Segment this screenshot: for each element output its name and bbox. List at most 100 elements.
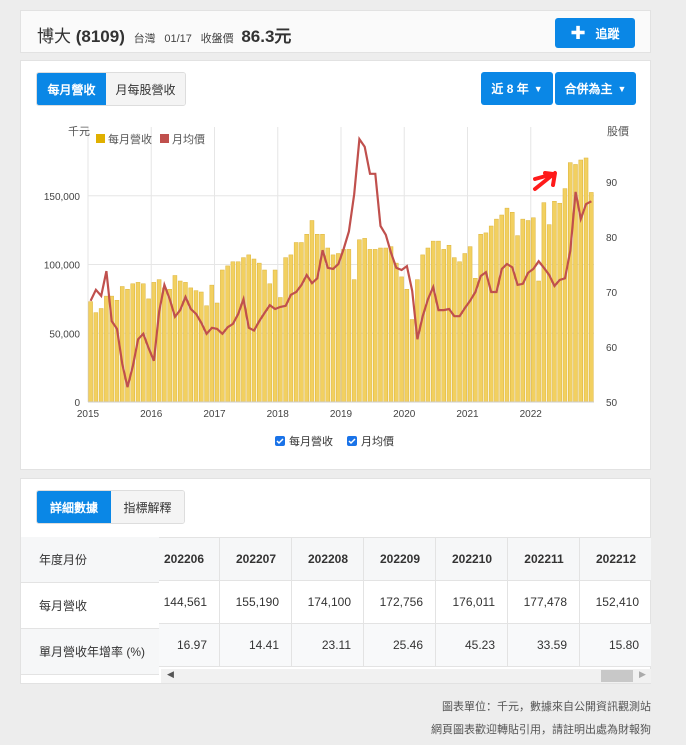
revenue-bar[interactable]	[93, 312, 99, 403]
revenue-bar[interactable]	[299, 242, 304, 403]
tab-indicator-explanation[interactable]: 指標解釋	[111, 491, 184, 523]
legend-toggle-price[interactable]: 月均價	[347, 434, 394, 448]
revenue-bar[interactable]	[510, 212, 515, 403]
revenue-bar[interactable]	[409, 319, 415, 403]
revenue-bar[interactable]	[499, 214, 504, 403]
revenue-bar[interactable]	[141, 283, 146, 403]
revenue-bar[interactable]	[98, 308, 104, 403]
revenue-bar[interactable]	[515, 235, 520, 403]
scroll-left-icon[interactable]: ◀	[167, 669, 174, 680]
revenue-bar[interactable]	[104, 295, 109, 403]
revenue-bar[interactable]	[241, 257, 246, 403]
revenue-bar[interactable]	[562, 188, 568, 403]
revenue-bar[interactable]	[436, 240, 441, 403]
revenue-bar[interactable]	[325, 247, 331, 403]
scrollbar-thumb[interactable]	[601, 670, 633, 682]
revenue-bar[interactable]	[504, 207, 510, 403]
revenue-bar[interactable]	[199, 291, 204, 403]
revenue-bar[interactable]	[204, 305, 209, 403]
revenue-bar[interactable]	[589, 192, 594, 403]
horizontal-scrollbar[interactable]: ◀ ▶	[161, 669, 651, 683]
revenue-bar[interactable]	[457, 261, 462, 403]
revenue-bar[interactable]	[536, 280, 541, 403]
revenue-bar[interactable]	[257, 262, 262, 403]
revenue-bar[interactable]	[162, 287, 167, 403]
revenue-bar[interactable]	[404, 289, 410, 403]
revenue-bar[interactable]	[399, 276, 404, 403]
revenue-bar[interactable]	[578, 159, 584, 403]
revenue-bar[interactable]	[278, 297, 283, 403]
revenue-bar[interactable]	[420, 254, 425, 403]
revenue-bar[interactable]	[341, 249, 346, 403]
revenue-bar[interactable]	[336, 253, 341, 403]
revenue-bar[interactable]	[362, 238, 367, 403]
revenue-bar[interactable]	[156, 279, 162, 403]
revenue-bar[interactable]	[330, 254, 336, 403]
revenue-bar[interactable]	[552, 201, 557, 403]
revenue-bar[interactable]	[288, 254, 294, 403]
revenue-bar[interactable]	[293, 242, 299, 403]
revenue-bar[interactable]	[367, 249, 373, 403]
revenue-bar[interactable]	[119, 286, 125, 403]
revenue-bar[interactable]	[309, 220, 315, 403]
revenue-bar[interactable]	[220, 269, 225, 403]
revenue-bar[interactable]	[262, 269, 267, 403]
revenue-bar[interactable]	[177, 280, 183, 403]
revenue-bar[interactable]	[541, 202, 547, 403]
revenue-bar[interactable]	[446, 245, 452, 403]
tab-monthly-revenue[interactable]: 每月營收	[37, 73, 106, 105]
revenue-bar[interactable]	[346, 249, 352, 403]
revenue-bar[interactable]	[225, 265, 230, 403]
revenue-bar[interactable]	[357, 239, 362, 403]
revenue-bar[interactable]	[567, 162, 573, 403]
revenue-bar[interactable]	[235, 261, 241, 403]
revenue-bar[interactable]	[214, 302, 220, 403]
revenue-bar[interactable]	[488, 225, 494, 403]
revenue-bar[interactable]	[351, 279, 357, 403]
legend-toggle-revenue[interactable]: 每月營收	[275, 434, 333, 448]
revenue-bar[interactable]	[531, 217, 536, 403]
revenue-bar[interactable]	[304, 234, 309, 403]
revenue-bar[interactable]	[494, 218, 499, 403]
tab-monthly-eps-revenue[interactable]: 月每股營收	[106, 73, 185, 105]
legend-price[interactable]: 月均價	[172, 132, 205, 146]
revenue-bar[interactable]	[378, 247, 383, 403]
revenue-bar[interactable]	[415, 279, 420, 403]
revenue-bar[interactable]	[383, 247, 388, 403]
revenue-bar[interactable]	[394, 262, 399, 403]
range-dropdown[interactable]: 近 8 年 ▼	[481, 72, 553, 105]
revenue-bar[interactable]	[130, 283, 135, 403]
revenue-bar[interactable]	[193, 290, 199, 403]
revenue-bar[interactable]	[230, 261, 236, 403]
revenue-bar[interactable]	[483, 232, 489, 403]
revenue-bar[interactable]	[425, 247, 431, 403]
revenue-bar[interactable]	[478, 234, 483, 403]
revenue-bar[interactable]	[267, 283, 273, 403]
basis-dropdown[interactable]: 合併為主 ▼	[555, 72, 636, 105]
revenue-bar[interactable]	[88, 301, 93, 403]
table-scroll-area[interactable]: 202206 202207 202208 202209 202210 202211 2022…	[159, 537, 651, 669]
revenue-bar[interactable]	[557, 202, 562, 403]
revenue-bar[interactable]	[583, 157, 589, 403]
revenue-bar[interactable]	[172, 275, 178, 403]
revenue-bar[interactable]	[441, 249, 446, 403]
revenue-bar[interactable]	[372, 249, 378, 403]
revenue-bar[interactable]	[473, 278, 478, 403]
revenue-bar[interactable]	[114, 300, 120, 403]
revenue-bar[interactable]	[462, 253, 468, 403]
revenue-bar[interactable]	[467, 246, 473, 403]
legend-revenue[interactable]: 每月營收	[108, 132, 152, 146]
revenue-bar[interactable]	[209, 284, 215, 403]
revenue-bar[interactable]	[452, 257, 457, 403]
revenue-bar[interactable]	[272, 269, 278, 403]
revenue-bar[interactable]	[546, 224, 552, 403]
revenue-bar[interactable]	[520, 218, 526, 403]
tab-detail-data[interactable]: 詳細數據	[37, 491, 111, 523]
follow-button[interactable]: ✚ 追蹤	[555, 18, 635, 48]
revenue-bar[interactable]	[525, 220, 531, 403]
revenue-bar[interactable]	[283, 257, 288, 403]
revenue-bar[interactable]	[314, 234, 320, 403]
scroll-right-icon[interactable]: ▶	[639, 669, 646, 680]
revenue-bar[interactable]	[388, 246, 394, 403]
revenue-bar[interactable]	[430, 240, 436, 403]
